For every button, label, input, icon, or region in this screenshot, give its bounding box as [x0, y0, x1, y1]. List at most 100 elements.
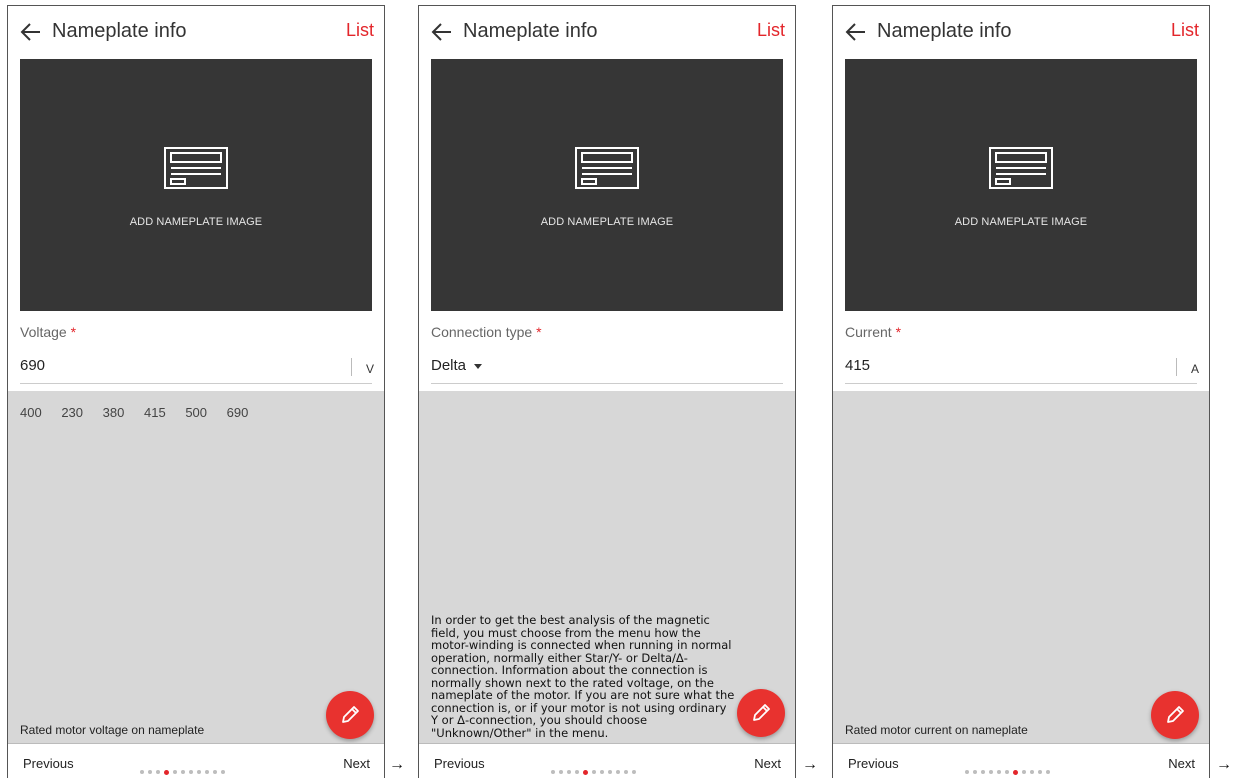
previous-button[interactable]: Previous: [434, 756, 485, 771]
unit-label: V: [365, 362, 374, 376]
input-underline: [845, 383, 1197, 384]
edit-fab-button[interactable]: [326, 691, 374, 739]
edit-fab-button[interactable]: [737, 689, 785, 737]
back-arrow-icon[interactable]: [20, 22, 42, 42]
suggestion-chip[interactable]: 400: [20, 405, 42, 420]
nameplate-icon: [989, 147, 1053, 189]
input-underline: [431, 383, 783, 384]
pencil-icon: [342, 706, 359, 723]
page-dot: [1046, 770, 1050, 774]
add-nameplate-image-button[interactable]: ADD NAMEPLATE IMAGE: [845, 59, 1197, 311]
field-label-text: Connection type: [431, 324, 533, 340]
page-dot: [156, 770, 160, 774]
add-nameplate-image-button[interactable]: ADD NAMEPLATE IMAGE: [20, 59, 372, 311]
next-button[interactable]: Next: [343, 756, 370, 771]
page-dot: [181, 770, 185, 774]
info-panel: 400 230 380 415 500 690 Rated motor volt…: [8, 391, 384, 743]
previous-button[interactable]: Previous: [23, 756, 74, 771]
page-dot: [632, 770, 636, 774]
list-button[interactable]: List: [757, 20, 785, 41]
suggestion-chip[interactable]: 500: [185, 405, 207, 420]
page-dot: [1030, 770, 1034, 774]
flow-arrow: →: [389, 756, 405, 773]
list-button[interactable]: List: [346, 20, 374, 41]
page-dot: [981, 770, 985, 774]
current-label: Current *: [845, 324, 901, 340]
page-dot: [1038, 770, 1042, 774]
next-button[interactable]: Next: [754, 756, 781, 771]
add-nameplate-image-button[interactable]: ADD NAMEPLATE IMAGE: [431, 59, 783, 311]
unit-label: A: [1190, 362, 1199, 376]
voltage-input[interactable]: 690: [20, 357, 45, 374]
back-arrow-icon[interactable]: [431, 22, 453, 42]
required-mark: *: [895, 324, 902, 340]
voltage-suggestions: 400 230 380 415 500 690: [20, 405, 264, 420]
page-title: Nameplate info: [877, 20, 1012, 42]
page-dot: [965, 770, 969, 774]
required-mark: *: [536, 324, 542, 340]
page-dot: [213, 770, 217, 774]
pencil-icon: [1167, 706, 1184, 723]
page-dot: [1005, 770, 1009, 774]
current-input[interactable]: 415: [845, 357, 870, 374]
page-indicator: [140, 770, 229, 776]
screen-connection-type: Nameplate info List ADD NAMEPLATE IMAGE …: [418, 5, 796, 778]
connection-type-dropdown[interactable]: Delta: [431, 357, 483, 374]
page-dot-active: [583, 770, 588, 775]
back-arrow-icon[interactable]: [845, 22, 867, 42]
page-title: Nameplate info: [52, 20, 187, 42]
page-dot: [551, 770, 555, 774]
page-title: Nameplate info: [463, 20, 598, 42]
nameplate-icon: [575, 147, 639, 189]
page-dot: [205, 770, 209, 774]
page-dot: [1022, 770, 1026, 774]
page-dot: [567, 770, 571, 774]
dropdown-caret-icon: [474, 363, 483, 369]
pager-footer: Previous Next: [419, 743, 795, 778]
nameplate-icon: [164, 147, 228, 189]
connection-type-label: Connection type *: [431, 324, 542, 340]
flow-arrow: →: [1216, 756, 1232, 773]
info-panel: Rated motor current on nameplate: [833, 391, 1209, 743]
pager-footer: Previous Next: [8, 743, 384, 778]
page-dot: [608, 770, 612, 774]
unit-divider: [1176, 358, 1177, 376]
page-dot: [559, 770, 563, 774]
page-dot-active: [164, 770, 169, 775]
pencil-icon: [753, 704, 770, 721]
previous-button[interactable]: Previous: [848, 756, 899, 771]
help-text: In order to get the best analysis of the…: [431, 613, 735, 740]
page-indicator: [551, 770, 640, 776]
unit-divider: [351, 358, 352, 376]
info-panel: In order to get the best analysis of the…: [419, 391, 795, 743]
next-button[interactable]: Next: [1168, 756, 1195, 771]
edit-fab-button[interactable]: [1151, 691, 1199, 739]
page-dot-active: [1013, 770, 1018, 775]
page-dot: [616, 770, 620, 774]
field-hint: Rated motor voltage on nameplate: [20, 723, 205, 737]
page-dot: [600, 770, 604, 774]
page-dot: [148, 770, 152, 774]
field-hint: Rated motor current on nameplate: [845, 723, 1028, 737]
suggestion-chip[interactable]: 690: [227, 405, 249, 420]
voltage-label: Voltage *: [20, 324, 76, 340]
field-label-text: Current: [845, 324, 892, 340]
app-bar: Nameplate info List: [833, 6, 1209, 58]
field-label-text: Voltage: [20, 324, 67, 340]
suggestion-chip[interactable]: 415: [144, 405, 166, 420]
page-indicator: [965, 770, 1054, 776]
page-dot: [189, 770, 193, 774]
screen-voltage: Nameplate info List ADD NAMEPLATE IMAGE …: [7, 5, 385, 778]
required-mark: *: [70, 324, 77, 340]
page-dot: [973, 770, 977, 774]
suggestion-chip[interactable]: 230: [61, 405, 83, 420]
app-bar: Nameplate info List: [419, 6, 795, 58]
list-button[interactable]: List: [1171, 20, 1199, 41]
page-dot: [221, 770, 225, 774]
suggestion-chip[interactable]: 380: [103, 405, 125, 420]
page-dot: [592, 770, 596, 774]
page-dot: [173, 770, 177, 774]
input-underline: [20, 383, 372, 384]
image-label: ADD NAMEPLATE IMAGE: [540, 216, 674, 228]
page-dot: [140, 770, 144, 774]
